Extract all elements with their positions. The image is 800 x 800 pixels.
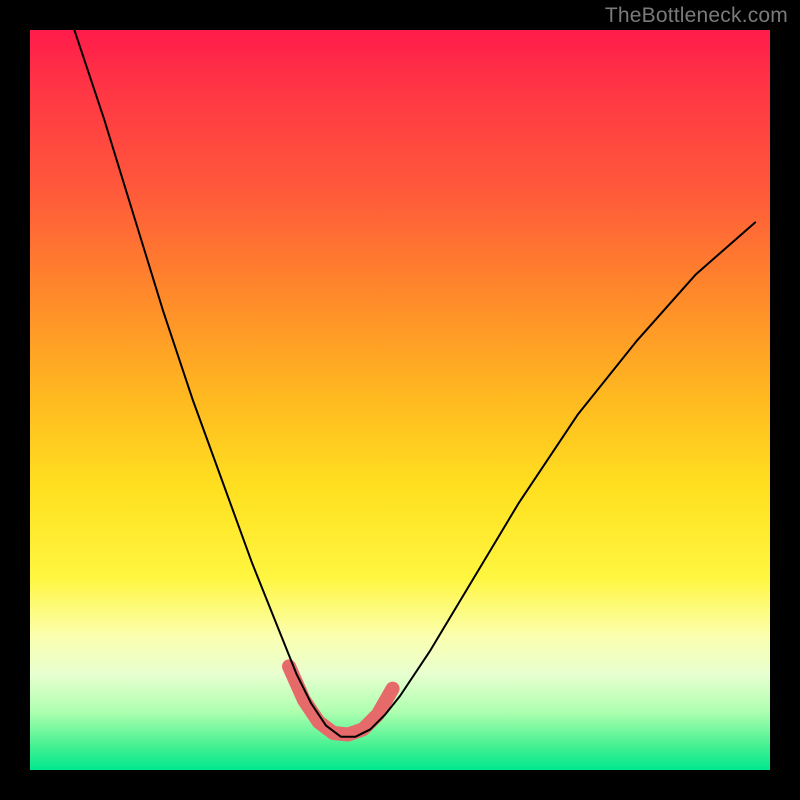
plot-area (30, 30, 770, 770)
chart-svg (30, 30, 770, 770)
bottleneck-curve-path (74, 30, 755, 737)
trough-highlight-path (289, 666, 393, 734)
chart-frame: TheBottleneck.com (0, 0, 800, 800)
watermark-text: TheBottleneck.com (605, 4, 788, 28)
